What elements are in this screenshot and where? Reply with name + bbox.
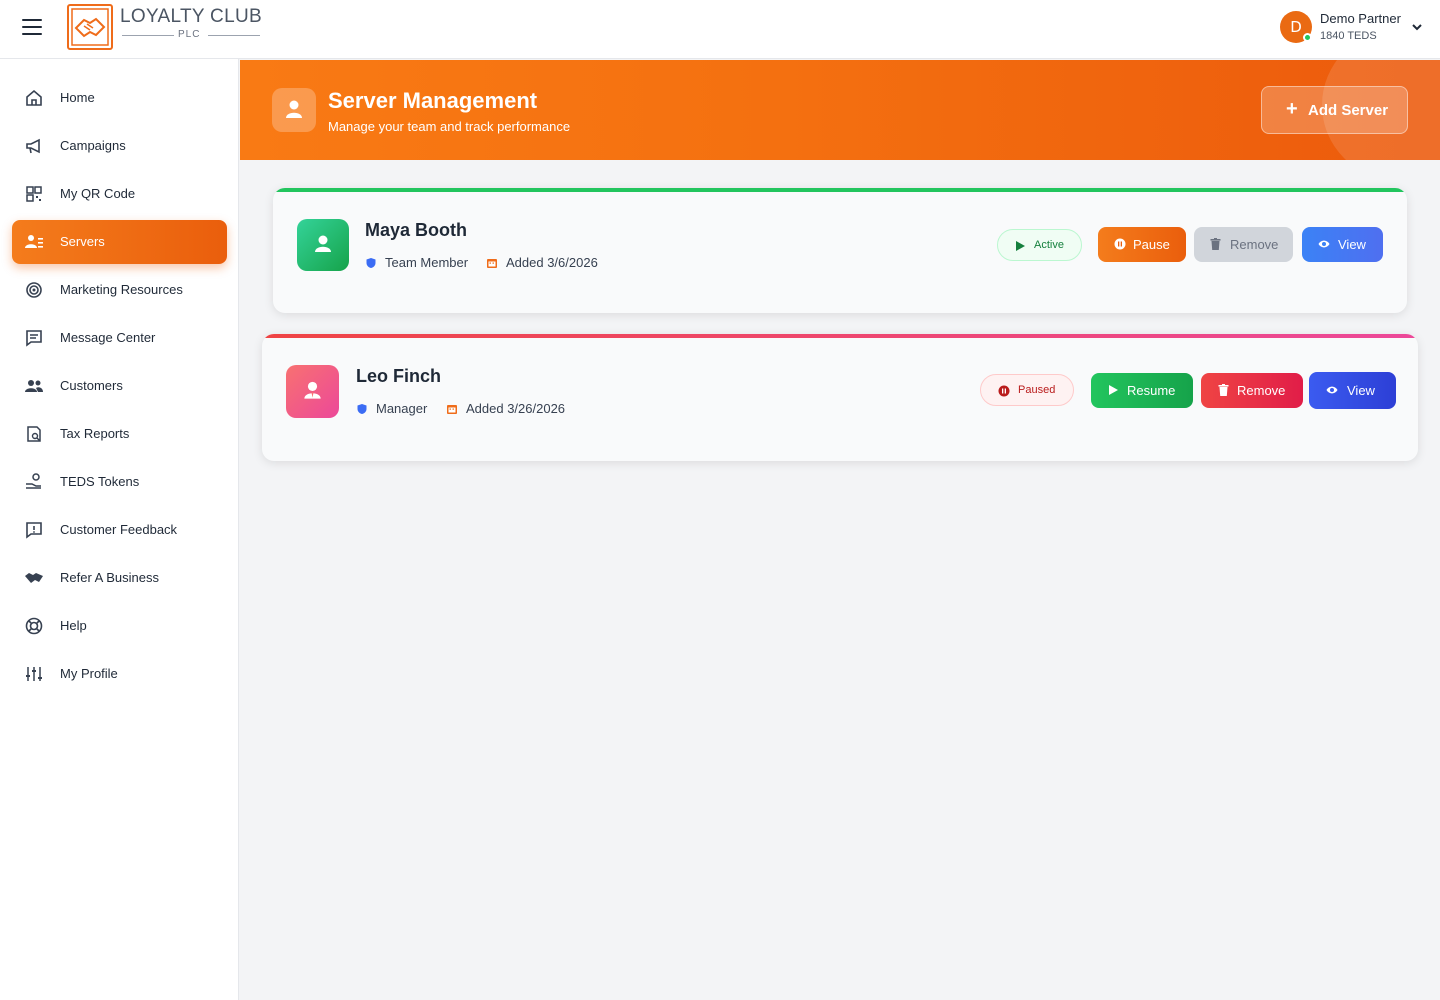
trash-icon xyxy=(1210,238,1221,250)
home-icon xyxy=(26,89,42,106)
tokens-icon xyxy=(26,473,41,489)
sidebar-item-label: Marketing Resources xyxy=(60,282,183,297)
sidebar-item-label: My Profile xyxy=(60,666,118,681)
sidebar-item-customers[interactable]: Customers xyxy=(12,364,227,408)
users-icon xyxy=(25,380,43,392)
sidebar-item-label: Refer A Business xyxy=(60,570,159,585)
view-button[interactable]: View xyxy=(1309,372,1396,409)
view-button[interactable]: View xyxy=(1302,227,1383,262)
plus-icon: + xyxy=(1286,98,1298,120)
shield-icon xyxy=(366,258,376,268)
sliders-icon xyxy=(26,667,42,681)
server-card: Leo Finch Manager Added 3/26/2026 Paused… xyxy=(262,334,1418,461)
server-added-date: Added 3/26/2026 xyxy=(466,401,566,416)
sidebar-item-label: Message Center xyxy=(60,330,156,345)
target-icon xyxy=(26,282,42,298)
chevron-down-icon[interactable] xyxy=(1410,20,1424,34)
online-status-dot xyxy=(1303,33,1312,42)
page-title: Server Management xyxy=(328,88,538,113)
server-role: Manager xyxy=(376,401,428,416)
megaphone-icon xyxy=(26,138,40,154)
calendar-icon xyxy=(487,259,497,268)
page-subtitle: Manage your team and track performance xyxy=(328,119,571,134)
sidebar-item-marketing-resources[interactable]: Marketing Resources xyxy=(12,268,227,312)
handshake-icon xyxy=(25,573,43,583)
server-avatar xyxy=(286,365,339,418)
pause-icon xyxy=(1114,238,1126,250)
brand-subtitle: PLC xyxy=(120,29,260,41)
remove-button[interactable]: Remove xyxy=(1201,373,1303,408)
sidebar: Home Campaigns My QR Code Servers Market… xyxy=(0,59,239,1000)
server-name: Maya Booth xyxy=(365,220,468,240)
sidebar-item-label: Servers xyxy=(60,234,105,249)
server-added-date: Added 3/6/2026 xyxy=(506,255,598,270)
lifebuoy-icon xyxy=(25,617,43,635)
sidebar-item-label: Campaigns xyxy=(60,138,126,153)
sidebar-item-my-profile[interactable]: My Profile xyxy=(12,652,227,696)
servers-icon xyxy=(25,235,43,248)
pause-button[interactable]: Pause xyxy=(1098,227,1186,262)
play-icon xyxy=(1109,385,1118,395)
resume-button[interactable]: Resume xyxy=(1091,373,1193,408)
message-icon xyxy=(26,330,42,347)
add-server-button[interactable]: + Add Server xyxy=(1261,86,1408,134)
play-icon xyxy=(1016,241,1025,251)
user-tie-icon xyxy=(272,88,316,132)
server-card: Maya Booth Team Member Added 3/6/2026 Ac… xyxy=(273,188,1407,313)
calendar-icon xyxy=(447,405,457,414)
sidebar-item-label: Customers xyxy=(60,378,123,393)
sidebar-item-refer-a-business[interactable]: Refer A Business xyxy=(12,556,227,600)
sidebar-item-label: Help xyxy=(60,618,87,633)
sidebar-item-label: Customer Feedback xyxy=(60,522,178,537)
feedback-icon xyxy=(26,522,42,539)
sidebar-item-servers[interactable]: Servers xyxy=(12,220,227,264)
logo-icon xyxy=(67,4,113,50)
server-name: Leo Finch xyxy=(356,366,441,386)
sidebar-item-label: TEDS Tokens xyxy=(60,474,140,489)
qr-code-icon xyxy=(26,186,42,202)
user-balance: 1840 TEDS xyxy=(1320,30,1377,42)
sidebar-item-customer-feedback[interactable]: Customer Feedback xyxy=(12,508,227,552)
eye-icon xyxy=(1326,386,1338,394)
eye-icon xyxy=(1318,240,1330,248)
user-menu[interactable]: D Demo Partner 1840 TEDS xyxy=(1260,0,1440,58)
sidebar-item-help[interactable]: Help xyxy=(12,604,227,648)
pause-circle-icon xyxy=(998,385,1010,397)
top-bar: LOYALTY CLUB PLC D Demo Partner 1840 TED… xyxy=(0,0,1440,59)
sidebar-item-label: Home xyxy=(60,90,95,105)
sidebar-item-label: My QR Code xyxy=(60,186,136,201)
status-badge: Active xyxy=(997,229,1082,261)
server-avatar xyxy=(297,219,349,271)
sidebar-item-message-center[interactable]: Message Center xyxy=(12,316,227,360)
user-name: Demo Partner xyxy=(1320,11,1401,26)
status-badge: Paused xyxy=(980,374,1074,406)
sidebar-item-home[interactable]: Home xyxy=(12,76,227,120)
page-header: Server Management Manage your team and t… xyxy=(240,60,1440,160)
shield-icon xyxy=(357,404,367,414)
remove-button[interactable]: Remove xyxy=(1194,227,1293,262)
sidebar-item-qr-code[interactable]: My QR Code xyxy=(12,172,227,216)
brand-title: LOYALTY CLUB xyxy=(120,6,262,27)
sidebar-item-label: Tax Reports xyxy=(60,426,130,441)
sidebar-item-teds-tokens[interactable]: TEDS Tokens xyxy=(12,460,227,504)
sidebar-item-campaigns[interactable]: Campaigns xyxy=(12,124,227,168)
trash-icon xyxy=(1218,384,1229,396)
tax-report-icon xyxy=(27,426,41,442)
server-role: Team Member xyxy=(385,255,469,270)
menu-icon[interactable] xyxy=(22,19,42,35)
sidebar-item-tax-reports[interactable]: Tax Reports xyxy=(12,412,227,456)
